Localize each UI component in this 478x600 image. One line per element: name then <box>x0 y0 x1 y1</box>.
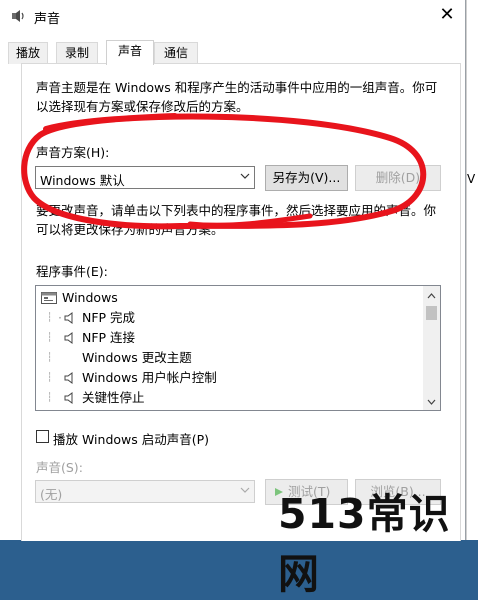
sound-select[interactable]: (无) <box>35 480 255 503</box>
scheme-description: 声音主题是在 Windows 和程序产生的活动事件中应用的一组声音。你可以选择现… <box>36 80 438 114</box>
chevron-down-icon <box>240 173 250 179</box>
list-item-label: NFP 连接 <box>82 330 136 345</box>
tree-line-icon: ┆ <box>47 393 53 403</box>
sound-dialog: 声音 ✕ 播放 录制 声音 通信 声音主题是在 Windows 和程序产生的活动… <box>0 0 466 541</box>
background-text-fragment: V <box>467 172 476 186</box>
delete-button[interactable]: 删除(D) <box>355 165 441 191</box>
chevron-down-icon <box>240 487 250 493</box>
window-title: 声音 <box>34 12 61 27</box>
tab-communications[interactable]: 通信 <box>154 42 198 64</box>
scheme-label: 声音方案(H): <box>36 145 110 160</box>
scroll-down-icon[interactable] <box>427 398 436 406</box>
list-item-label: Windows <box>62 290 118 305</box>
tab-playback[interactable]: 播放 <box>8 42 48 64</box>
scheme-select-value: Windows 默认 <box>40 173 125 188</box>
startup-sound-label: 播放 Windows 启动声音(P) <box>53 432 210 447</box>
list-item-label: NFP 完成 <box>82 310 136 325</box>
speaker-icon <box>64 392 73 404</box>
scheme-select[interactable]: Windows 默认 <box>35 166 255 189</box>
tree-line-icon: ┆ <box>47 373 53 383</box>
sound-select-value: (无) <box>40 487 63 502</box>
scroll-thumb[interactable] <box>426 306 437 320</box>
title-bar: 声音 ✕ <box>0 0 465 32</box>
save-as-button[interactable]: 另存为(V)... <box>265 165 348 191</box>
speaker-icon <box>64 332 73 344</box>
list-item[interactable]: ┆ Windows 更改主题 <box>44 348 424 368</box>
close-button[interactable]: ✕ <box>429 0 465 32</box>
sounds-label: 声音(S): <box>36 460 83 475</box>
list-item[interactable]: ┆ NFP 连接 <box>44 328 424 348</box>
scroll-up-icon[interactable] <box>427 292 436 300</box>
instructions-text: 要更改声音，请单击以下列表中的程序事件，然后选择要应用的声音。你可以将更改保存为… <box>36 203 437 237</box>
tree-line-icon: ┆ <box>47 333 53 343</box>
tab-sounds[interactable]: 声音 <box>106 40 154 65</box>
speaker-icon <box>64 372 73 384</box>
list-item[interactable]: ┆ Windows 用户帐户控制 <box>44 368 424 388</box>
tree-line-icon: ┆ <box>47 353 53 363</box>
program-events-list[interactable]: Windows ┆ · NFP 完成 ┆ NFP 连接 ┆ Windows 更改… <box>35 285 441 411</box>
tree-line-icon: ┆ <box>47 313 53 323</box>
list-scrollbar[interactable] <box>423 286 440 410</box>
tree-branch-icon: · <box>58 310 62 325</box>
list-item-label: Windows 用户帐户控制 <box>82 370 217 385</box>
list-item-label: 关键性停止 <box>82 390 145 405</box>
site-watermark: 513常识网 <box>278 490 451 598</box>
list-item[interactable]: ┆ 关键性停止 <box>44 388 424 408</box>
tab-recording[interactable]: 录制 <box>56 42 98 64</box>
background-window: V <box>466 0 478 540</box>
speaker-icon <box>64 312 73 324</box>
list-item-label: Windows 更改主题 <box>82 350 192 365</box>
startup-sound-checkbox[interactable] <box>36 430 49 443</box>
program-events-label: 程序事件(E): <box>36 264 108 279</box>
list-item[interactable]: ┆ · NFP 完成 <box>44 308 424 328</box>
speaker-app-icon <box>12 10 24 22</box>
window-icon <box>41 292 57 304</box>
